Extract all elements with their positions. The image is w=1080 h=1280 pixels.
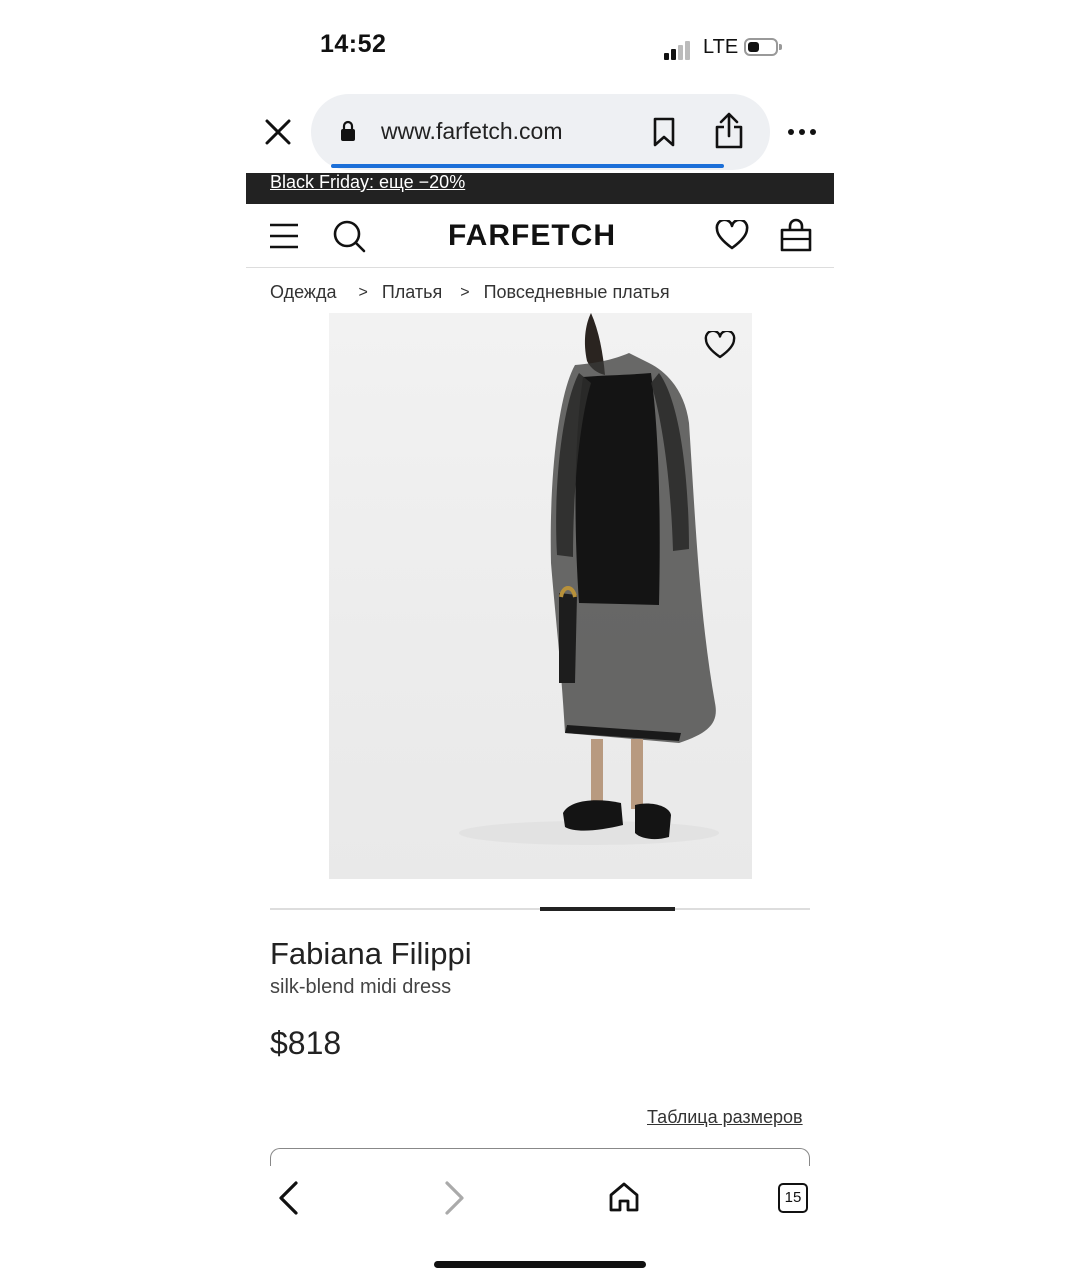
product-name: silk-blend midi dress: [270, 976, 452, 998]
breadcrumb-separator: >: [460, 283, 470, 301]
signal-icon: [664, 38, 694, 60]
breadcrumb: Одежда > Платья > Повседневные платья: [270, 282, 670, 303]
product-brand[interactable]: Fabiana Filippi: [270, 936, 472, 972]
product-photo-illustration: [459, 313, 719, 845]
lock-icon: [341, 120, 355, 141]
add-to-wishlist-icon[interactable]: [704, 331, 736, 359]
product-image[interactable]: [329, 313, 752, 879]
site-logo[interactable]: FARFETCH: [448, 219, 616, 253]
url-text[interactable]: www.farfetch.com: [381, 118, 563, 145]
header-divider: [246, 267, 834, 268]
tabs-counter-button[interactable]: 15: [778, 1183, 808, 1213]
breadcrumb-item-dresses[interactable]: Платья: [382, 282, 442, 303]
menu-icon[interactable]: [270, 222, 298, 250]
home-icon[interactable]: [608, 1181, 640, 1213]
status-time: 14:52: [320, 30, 387, 58]
home-indicator[interactable]: [434, 1261, 646, 1268]
breadcrumb-item-clothing[interactable]: Одежда: [270, 282, 336, 303]
page-load-progress: [331, 164, 724, 168]
close-icon[interactable]: [262, 116, 294, 148]
search-icon[interactable]: [332, 219, 366, 253]
promo-link[interactable]: Black Friday: еще −20%: [270, 172, 465, 193]
forward-icon[interactable]: [443, 1180, 467, 1216]
carousel-position-indicator: [540, 907, 675, 911]
product-price: $818: [270, 1025, 342, 1061]
back-icon[interactable]: [276, 1180, 300, 1216]
heart-icon[interactable]: [715, 220, 749, 250]
more-icon[interactable]: [787, 127, 817, 137]
bag-icon[interactable]: [780, 218, 812, 252]
breadcrumb-item-casual-dresses[interactable]: Повседневные платья: [484, 282, 670, 303]
bookmark-icon[interactable]: [652, 117, 676, 147]
breadcrumb-separator: >: [358, 283, 368, 301]
network-label: LTE: [703, 36, 739, 58]
share-icon[interactable]: [713, 112, 745, 150]
battery-icon: [744, 38, 782, 56]
size-guide-link[interactable]: Таблица размеров: [647, 1107, 803, 1128]
